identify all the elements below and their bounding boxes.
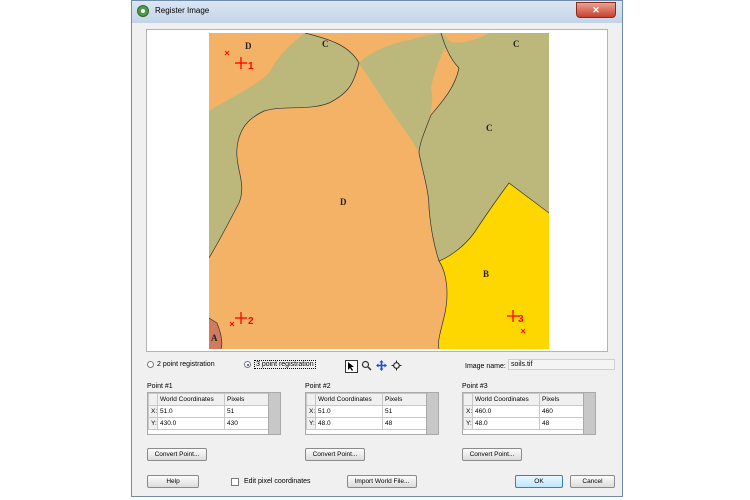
row-y-label: Y: (148, 417, 158, 430)
col-world-header: World Coordinates (315, 393, 383, 406)
point-3-y-world[interactable]: 48.0 (472, 417, 540, 430)
two-point-label: 2 point registration (157, 361, 215, 368)
map-label-c-right: C (513, 39, 520, 49)
dialog-body: D C C C D B A 1 2 3 2 point registration… (138, 23, 616, 492)
edit-pixel-checkbox[interactable] (231, 478, 239, 486)
image-name-field: soils.tif (508, 359, 615, 370)
row-x-label: X: (463, 405, 473, 418)
three-point-radio[interactable] (244, 361, 251, 368)
point-1-scrollbar[interactable] (268, 393, 280, 434)
point-2-y-pixels[interactable]: 48 (382, 417, 427, 430)
map-preview[interactable]: D C C C D B A 1 2 3 (146, 29, 608, 352)
map-label-d-center: D (340, 197, 347, 207)
marker-1-label: 1 (248, 61, 254, 72)
point-3-title: Point #3 (462, 383, 488, 390)
point-3-x-pixels[interactable]: 460 (539, 405, 584, 418)
point-2-scrollbar[interactable] (426, 393, 438, 434)
map-label-c-mid: C (486, 123, 493, 133)
app-icon (137, 5, 149, 17)
import-world-file-button[interactable]: Import World File... (347, 475, 417, 488)
edit-pixel-label: Edit pixel coordinates (244, 478, 311, 485)
row-y-label: Y: (306, 417, 316, 430)
point-2-title: Point #2 (305, 383, 331, 390)
three-point-label: 3 point registration (254, 360, 316, 369)
point-2-grid[interactable]: World Coordinates Pixels X: 51.0 51 Y: 48.0 4… (305, 392, 439, 435)
pan-icon[interactable] (375, 360, 388, 373)
row-x-label: X: (148, 405, 158, 418)
col-pixels-header: Pixels (382, 393, 427, 406)
two-point-option[interactable]: 2 point registration (147, 361, 215, 368)
point-3-x-world[interactable]: 460.0 (472, 405, 540, 418)
window-title: Register Image (155, 6, 210, 15)
col-pixels-header: Pixels (539, 393, 584, 406)
point-1-x-world[interactable]: 51.0 (157, 405, 225, 418)
point-1-grid[interactable]: World Coordinates Pixels X: 51.0 51 Y: 430.0… (147, 392, 281, 435)
point-3-y-pixels[interactable]: 48 (539, 417, 584, 430)
col-world-header: World Coordinates (472, 393, 540, 406)
pointer-icon[interactable] (345, 360, 358, 373)
point-2-convert-button[interactable]: Convert Point... (305, 448, 365, 461)
point-3-convert-button[interactable]: Convert Point... (462, 448, 522, 461)
register-image-dialog: Register Image ✕ D C C C D B A 1 2 3 2 p… (131, 0, 623, 497)
close-button[interactable]: ✕ (576, 2, 616, 18)
zoom-icon[interactable] (360, 360, 373, 373)
point-2-x-pixels[interactable]: 51 (382, 405, 427, 418)
help-button[interactable]: Help (147, 475, 199, 488)
point-2-x-world[interactable]: 51.0 (315, 405, 383, 418)
map-label-b: B (483, 269, 489, 279)
row-y-label: Y: (463, 417, 473, 430)
soil-map-image[interactable]: D C C C D B A 1 2 3 (209, 33, 549, 349)
point-2-y-world[interactable]: 48.0 (315, 417, 383, 430)
point-1-title: Point #1 (147, 383, 173, 390)
image-name-label: Image name: (465, 363, 506, 370)
ok-button[interactable]: OK (515, 475, 563, 488)
marker-2-label: 2 (248, 316, 254, 327)
title-bar[interactable]: Register Image ✕ (132, 1, 622, 23)
point-1-y-pixels[interactable]: 430 (224, 417, 269, 430)
cancel-button[interactable]: Cancel (570, 475, 615, 488)
recenter-icon[interactable] (390, 360, 403, 373)
map-label-d-top: D (245, 41, 252, 51)
point-3-scrollbar[interactable] (583, 393, 595, 434)
col-pixels-header: Pixels (224, 393, 269, 406)
point-1-y-world[interactable]: 430.0 (157, 417, 225, 430)
point-3-grid[interactable]: World Coordinates Pixels X: 460.0 460 Y: 48.… (462, 392, 596, 435)
two-point-radio[interactable] (147, 361, 154, 368)
row-x-label: X: (306, 405, 316, 418)
marker-3-label: 3 (518, 314, 524, 325)
col-world-header: World Coordinates (157, 393, 225, 406)
point-1-convert-button[interactable]: Convert Point... (147, 448, 207, 461)
point-1-x-pixels[interactable]: 51 (224, 405, 269, 418)
map-label-c-left: C (322, 39, 329, 49)
three-point-option[interactable]: 3 point registration (244, 360, 316, 369)
map-label-a: A (211, 333, 218, 343)
